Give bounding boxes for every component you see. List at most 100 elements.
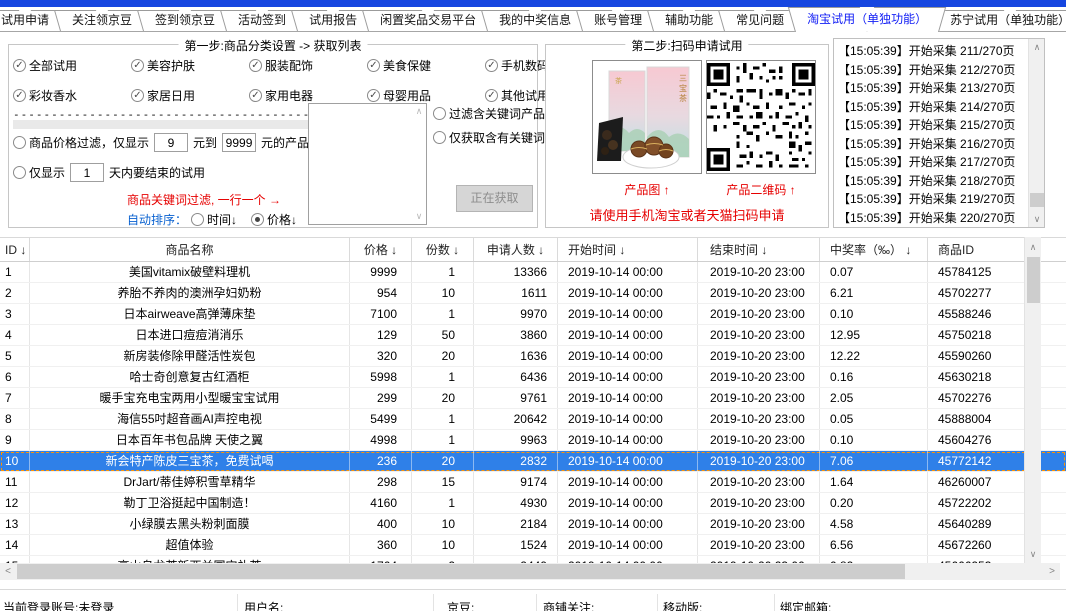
tab-item[interactable]: 我的中奖信息: [484, 10, 586, 31]
cell-name: 勒丁卫浴挺起中国制造！: [30, 493, 350, 513]
col-header-start[interactable]: 开始时间 ↓: [558, 238, 698, 261]
table-hscroll-thumb[interactable]: [17, 564, 905, 579]
days-filter-radio[interactable]: [13, 166, 26, 179]
col-header-pid[interactable]: 商品ID: [928, 238, 1024, 261]
table-row[interactable]: 4 日本进口痘痘消消乐 129 50 3860 2019-10-14 00:00…: [0, 325, 1066, 346]
sort-option-radio[interactable]: 时间↓: [191, 211, 237, 228]
table-row[interactable]: 10 新会特产陈皮三宝茶，免费试喝 236 20 2832 2019-10-14…: [0, 451, 1066, 472]
log-entry: 【15:05:39】开始采集 218/270页: [838, 172, 1026, 191]
table-row[interactable]: 6 哈士奇创意复古红酒柜 5998 1 6436 2019-10-14 00:0…: [0, 367, 1066, 388]
table-row[interactable]: 7 暖手宝充电宝两用小型暖宝宝试用 299 20 9761 2019-10-14…: [0, 388, 1066, 409]
radio-icon: [433, 107, 446, 120]
tab-label: 试用申请: [1, 13, 49, 27]
table-row[interactable]: 14 超值体验 360 10 1524 2019-10-14 00:00 201…: [0, 535, 1066, 556]
tab-item[interactable]: 关注领京豆: [57, 10, 147, 31]
category-label: 彩妆香水: [29, 87, 77, 104]
only-keyword-radio[interactable]: 仅获取含有关键词: [433, 129, 545, 146]
scroll-down-icon[interactable]: ∨: [1029, 211, 1045, 227]
statusbar-divider: [536, 594, 537, 611]
tab-item[interactable]: 苏宁试用（单独功能）: [935, 10, 1066, 31]
scroll-down-icon[interactable]: ∨: [1025, 546, 1041, 562]
cell-applicants: 13366: [474, 262, 558, 282]
table-row[interactable]: 2 养胎不养肉的澳洲孕妇奶粉 954 10 1611 2019-10-14 00…: [0, 283, 1066, 304]
tab-item[interactable]: 闲置奖品交易平台: [365, 10, 491, 31]
table-row[interactable]: 9 日本百年书包品牌 天使之翼 4998 1 9963 2019-10-14 0…: [0, 430, 1066, 451]
category-checkbox[interactable]: 母婴用品: [367, 87, 485, 104]
scroll-up-icon[interactable]: ∧: [416, 106, 423, 117]
table-horizontal-scrollbar[interactable]: < >: [0, 563, 1060, 580]
cell-id: 7: [0, 388, 30, 408]
scroll-right-icon[interactable]: >: [1044, 563, 1060, 580]
cell-rate: 0.10: [820, 304, 928, 324]
category-checkbox[interactable]: 全部试用: [13, 57, 131, 74]
cell-applicants: 1636: [474, 346, 558, 366]
divider-bar: [13, 120, 311, 129]
log-scrollbar[interactable]: ∧ ∨: [1028, 39, 1044, 227]
category-checkbox[interactable]: 服装配饰: [249, 57, 367, 74]
tab-item[interactable]: 淘宝试用（单独功能）: [792, 7, 942, 31]
statusbar-divider: [237, 594, 238, 611]
cell-rate: 0.05: [820, 409, 928, 429]
tab-item[interactable]: 活动签到: [223, 10, 301, 31]
category-checkbox[interactable]: 家用电器: [249, 87, 367, 104]
category-checkbox[interactable]: 美容护肤: [131, 57, 249, 74]
tab-item[interactable]: 签到领京豆: [140, 10, 230, 31]
log-entry: 【15:05:39】开始采集 215/270页: [838, 116, 1026, 135]
col-header-name[interactable]: 商品名称: [30, 238, 350, 261]
col-header-price[interactable]: 价格 ↓: [350, 238, 412, 261]
tab-item[interactable]: 辅助功能: [650, 10, 728, 31]
filter-keyword-radio[interactable]: 过滤含关键词产品: [433, 105, 545, 122]
cell-rate: 0.07: [820, 262, 928, 282]
col-header-applicants[interactable]: 申请人数 ↓: [474, 238, 558, 261]
window-accent-bar: [0, 0, 1066, 7]
log-listbox[interactable]: 【15:05:39】开始采集 211/270页 【15:05:39】开始采集 2…: [833, 38, 1045, 228]
price-suffix-label: 元的产品: [261, 134, 309, 151]
table-row[interactable]: 8 海信55吋超音画AI声控电视 5499 1 20642 2019-10-14…: [0, 409, 1066, 430]
cell-qty: 20: [412, 451, 474, 471]
table-row[interactable]: 12 勒丁卫浴挺起中国制造！ 4160 1 4930 2019-10-14 00…: [0, 493, 1066, 514]
tab-item[interactable]: 试用报告: [294, 10, 372, 31]
checked-circle-icon: [367, 59, 380, 72]
scroll-up-icon[interactable]: ∧: [1029, 39, 1045, 55]
col-header-id[interactable]: ID ↓: [0, 238, 30, 261]
table-row[interactable]: 15 高山乌龙茶新西兰国宝礼茶 1764 2 2449 2019-10-14 0…: [0, 556, 1066, 563]
table-row[interactable]: 3 日本airweave高弹薄床垫 7100 1 9970 2019-10-14…: [0, 304, 1066, 325]
category-label: 美食保健: [383, 57, 431, 74]
table-row[interactable]: 13 小绿膜去黑头粉刺面膜 400 10 2184 2019-10-14 00:…: [0, 514, 1066, 535]
table-row[interactable]: 5 新房装修除甲醛活性炭包 320 20 1636 2019-10-14 00:…: [0, 346, 1066, 367]
scroll-up-icon[interactable]: ∧: [1025, 239, 1041, 255]
cell-name: 小绿膜去黑头粉刺面膜: [30, 514, 350, 534]
step1-title: 第一步:商品分类设置 -> 获取列表: [178, 37, 367, 54]
keyword-textarea[interactable]: ∧ ∨: [308, 103, 427, 225]
scroll-down-icon[interactable]: ∨: [416, 211, 423, 222]
cell-price: 236: [350, 451, 412, 471]
price-max-input[interactable]: [222, 133, 256, 152]
cell-qty: 20: [412, 346, 474, 366]
scroll-left-icon[interactable]: <: [0, 563, 16, 580]
tab-label: 试用报告: [309, 13, 357, 27]
col-header-rate[interactable]: 中奖率（‰） ↓: [820, 238, 928, 261]
fetching-button[interactable]: 正在获取: [456, 185, 533, 212]
table-vertical-scrollbar[interactable]: ∧ ∨: [1024, 237, 1041, 563]
days-input[interactable]: [70, 163, 104, 182]
table-body: 1 美国vitamix破壁料理机 9999 1 13366 2019-10-14…: [0, 262, 1066, 563]
tab-item[interactable]: 账号管理: [579, 10, 657, 31]
keyword-scrollbar[interactable]: ∧ ∨: [412, 104, 426, 224]
svg-text:茶: 茶: [615, 76, 622, 85]
table-vscroll-thumb[interactable]: [1027, 257, 1040, 303]
category-checkbox[interactable]: 家居日用: [131, 87, 249, 104]
tab-label: 活动签到: [238, 13, 286, 27]
price-min-input[interactable]: [154, 133, 188, 152]
table-row[interactable]: 11 DrJart/蒂佳婷积雪草精华 298 15 9174 2019-10-1…: [0, 472, 1066, 493]
category-checkbox[interactable]: 彩妆香水: [13, 87, 131, 104]
days-filter-row: 仅显示 天内要结束的试用: [13, 163, 205, 182]
category-checkbox[interactable]: 美食保健: [367, 57, 485, 74]
price-filter-radio[interactable]: [13, 136, 26, 149]
col-header-qty[interactable]: 份数 ↓: [412, 238, 474, 261]
tab-item[interactable]: 常见问题: [721, 10, 799, 31]
col-header-end[interactable]: 结束时间 ↓: [698, 238, 820, 261]
checked-circle-icon: [131, 89, 144, 102]
sort-option-radio[interactable]: 价格↓: [251, 211, 297, 228]
table-row[interactable]: 1 美国vitamix破壁料理机 9999 1 13366 2019-10-14…: [0, 262, 1066, 283]
log-scrollbar-thumb[interactable]: [1030, 193, 1044, 207]
